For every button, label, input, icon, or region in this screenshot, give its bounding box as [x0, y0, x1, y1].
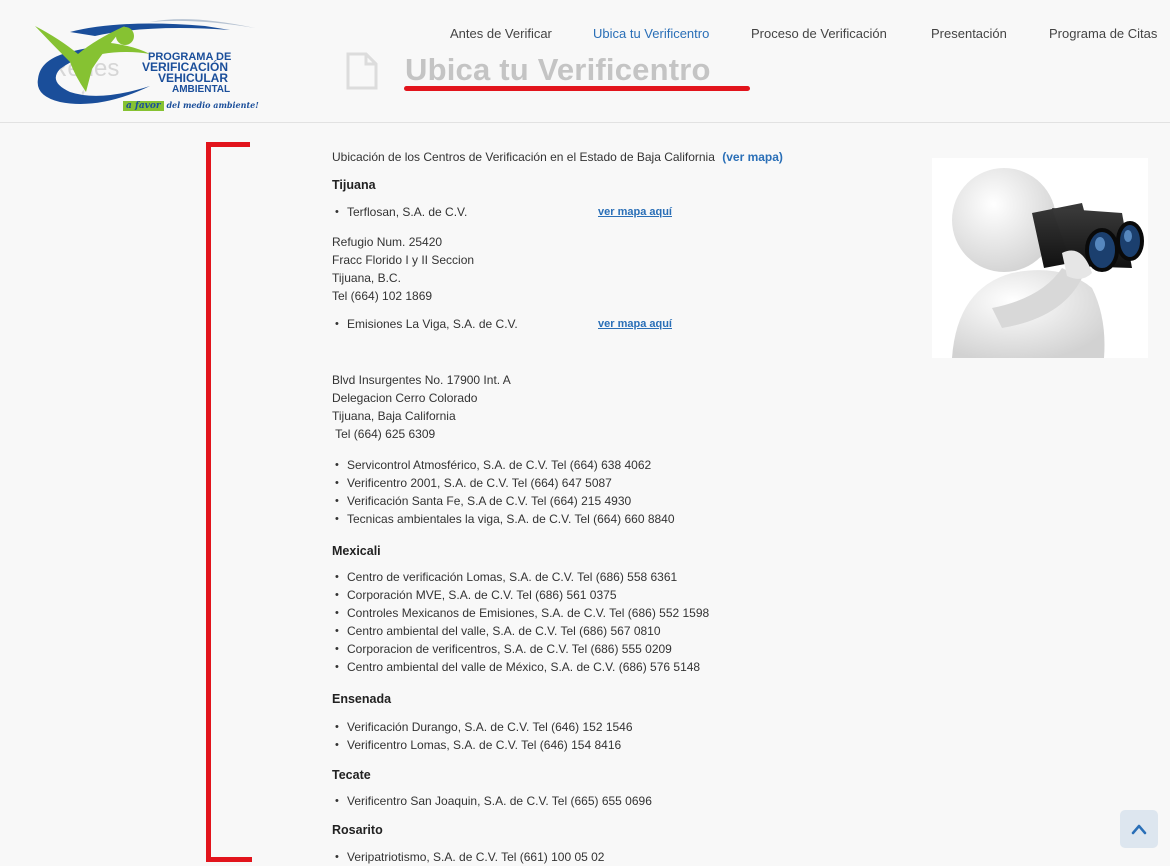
list-item: Verificentro San Joaquin, S.A. de C.V. T… — [332, 792, 652, 810]
list-item: Verificentro Lomas, S.A. de C.V. Tel (64… — [332, 736, 633, 754]
list-item: Controles Mexicanos de Emisiones, S.A. d… — [332, 604, 709, 622]
list-item: Terflosan, S.A. de C.V. — [332, 203, 467, 221]
address-line: Fracc Florido I y II Seccion — [332, 253, 475, 267]
list-item: Corporacion de verificentros, S.A. de C.… — [332, 640, 709, 658]
list-item: Corporación MVE, S.A. de C.V. Tel (686) … — [332, 586, 709, 604]
tijuana-others-list: Servicontrol Atmosférico, S.A. de C.V. T… — [332, 456, 675, 528]
address-line: Tijuana, B.C. — [332, 271, 401, 285]
logo-tagline: a favor del medio ambiente! — [123, 100, 259, 111]
list-item: Centro de verificación Lomas, S.A. de C.… — [332, 568, 709, 586]
nav-antes-de-verificar[interactable]: Antes de Verificar — [450, 26, 552, 41]
document-icon — [346, 52, 378, 90]
bracket-top — [206, 142, 250, 147]
logo-line3: VEHICULAR — [158, 71, 228, 85]
city-heading-mexicali: Mexicali — [332, 544, 381, 558]
list-item: Emisiones La Viga, S.A. de C.V. — [332, 315, 518, 333]
address-la-viga: Blvd Insurgentes No. 17900 Int. A Delega… — [332, 371, 511, 443]
mexicali-list: Centro de verificación Lomas, S.A. de C.… — [332, 568, 709, 676]
binoculars-person-image — [952, 168, 1144, 358]
intro-text: Ubicación de los Centros de Verificación… — [332, 150, 715, 164]
chevron-up-icon — [1131, 824, 1147, 835]
address-line: Blvd Insurgentes No. 17900 Int. A — [332, 373, 511, 387]
city-heading-ensenada: Ensenada — [332, 692, 392, 706]
address-line: Delegacion Cerro Colorado — [332, 391, 478, 405]
logo-tagline-a: a favor — [123, 101, 164, 111]
address-terflosan: Refugio Num. 25420 Fracc Florido I y II … — [332, 233, 474, 305]
intro-line: Ubicación de los Centros de Verificación… — [332, 150, 783, 164]
address-line: Tijuana, Baja California — [332, 409, 456, 423]
logo-line4: AMBIENTAL — [172, 84, 230, 95]
nav-ubica-tu-verificentro[interactable]: Ubica tu Verificentro — [593, 26, 709, 41]
address-line: Refugio Num. 25420 — [332, 235, 443, 249]
tecate-list: Verificentro San Joaquin, S.A. de C.V. T… — [332, 792, 652, 810]
city-heading-rosarito: Rosarito — [332, 823, 383, 837]
map-link-la-viga[interactable]: ver mapa aquí — [598, 318, 672, 330]
address-line: Tel (664) 625 6309 — [332, 427, 436, 441]
entry-name: Emisiones La Viga, S.A. de C.V. — [347, 317, 518, 331]
list-item: Veripatriotismo, S.A. de C.V. Tel (661) … — [332, 848, 604, 866]
nav-presentacion[interactable]: Presentación — [931, 26, 1007, 41]
back-to-top-button[interactable] — [1120, 810, 1158, 848]
title-underline — [404, 86, 750, 91]
list-item: Centro ambiental del valle de México, S.… — [332, 658, 709, 676]
list-item: Verificación Santa Fe, S.A de C.V. Tel (… — [332, 492, 675, 510]
intro-map-link[interactable]: (ver mapa) — [722, 150, 783, 164]
nav-programa-de-citas[interactable]: Programa de Citas — [1049, 26, 1157, 41]
page-title: Ubica tu Verificentro — [405, 52, 711, 87]
entry-name: Terflosan, S.A. de C.V. — [347, 205, 468, 219]
main-nav: Antes de Verificar Ubica tu Verificentro… — [0, 26, 1170, 46]
bracket-vertical — [206, 142, 211, 862]
tijuana-entry2-list: Emisiones La Viga, S.A. de C.V. — [332, 315, 518, 333]
rosarito-list: Veripatriotismo, S.A. de C.V. Tel (661) … — [332, 848, 604, 866]
map-link-terflosan[interactable]: ver mapa aquí — [598, 206, 672, 218]
list-item: Verificación Durango, S.A. de C.V. Tel (… — [332, 718, 633, 736]
list-item: Tecnicas ambientales la viga, S.A. de C.… — [332, 510, 675, 528]
binoculars-figure — [932, 158, 1148, 358]
city-heading-tijuana: Tijuana — [332, 178, 376, 192]
address-line: Tel (664) 102 1869 — [332, 289, 433, 303]
tijuana-entry1-list: Terflosan, S.A. de C.V. — [332, 203, 467, 221]
nav-proceso-de-verificacion[interactable]: Proceso de Verificación — [751, 26, 887, 41]
list-item: Servicontrol Atmosférico, S.A. de C.V. T… — [332, 456, 675, 474]
city-heading-tecate: Tecate — [332, 768, 371, 782]
bracket-bottom — [206, 857, 252, 862]
site-header: Redes ⌇ f PROGRAMA DE VERIFICACIÓN VEHIC… — [0, 0, 1170, 123]
list-item: Verificentro 2001, S.A. de C.V. Tel (664… — [332, 474, 675, 492]
logo-tagline-b: del medio ambiente! — [163, 100, 259, 110]
list-item: Centro ambiental del valle, S.A. de C.V.… — [332, 622, 709, 640]
ensenada-list: Verificación Durango, S.A. de C.V. Tel (… — [332, 718, 633, 754]
